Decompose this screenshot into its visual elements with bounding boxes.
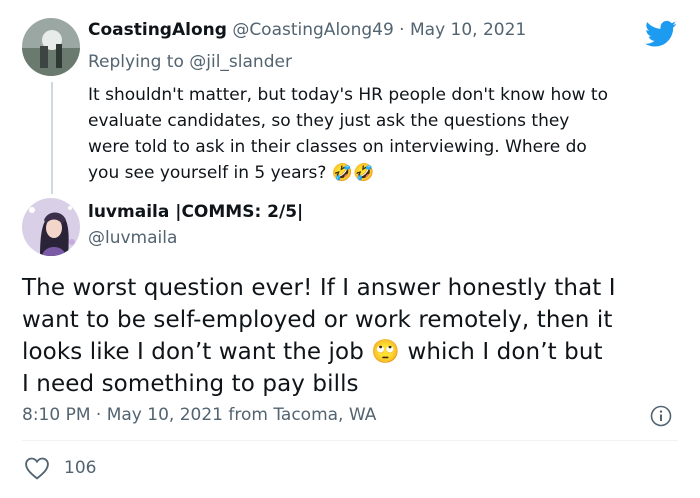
parent-text-line: were told to ask in their classes on int… — [88, 137, 587, 157]
like-count: 106 — [64, 458, 97, 478]
separator: · — [399, 20, 405, 40]
parent-header: CoastingAlong @CoastingAlong49 · May 10,… — [88, 20, 526, 40]
main-handle[interactable]: @luvmaila — [88, 228, 177, 248]
parent-text-line: It shouldn't matter, but today's HR peop… — [88, 85, 609, 105]
parent-avatar[interactable] — [22, 18, 80, 76]
parent-tweet-text: It shouldn't matter, but today's HR peop… — [88, 82, 608, 186]
replying-handle[interactable]: @jil_slander — [189, 52, 292, 72]
tweet-meta[interactable]: 8:10 PM · May 10, 2021 from Tacoma, WA — [22, 405, 376, 425]
like-button[interactable]: 106 — [22, 454, 96, 482]
main-display-name[interactable]: luvmaila |COMMS: 2/5| — [88, 202, 303, 222]
parent-date[interactable]: May 10, 2021 — [410, 20, 526, 40]
heart-icon[interactable] — [22, 456, 52, 480]
parent-text-line: you see yourself in 5 years? 🤣🤣 — [88, 163, 375, 183]
parent-handle[interactable]: @CoastingAlong49 — [232, 20, 393, 40]
main-text-line: looks like I don’t want the job 🙄 which … — [22, 339, 603, 365]
main-text-line: The worst question ever! If I answer hon… — [22, 275, 616, 301]
replying-prefix: Replying to — [88, 52, 184, 72]
main-avatar[interactable] — [22, 198, 80, 256]
reply-thread-line — [51, 82, 53, 194]
parent-display-name[interactable]: CoastingAlong — [88, 20, 227, 40]
main-text-line: want to be self-employed or work remotel… — [22, 307, 613, 333]
twitter-bird-icon[interactable] — [645, 20, 677, 48]
main-text-line: I need something to pay bills — [22, 371, 359, 397]
replying-to: Replying to @jil_slander — [88, 49, 292, 75]
info-icon[interactable] — [650, 405, 672, 427]
divider — [22, 440, 678, 441]
main-tweet-text: The worst question ever! If I answer hon… — [22, 272, 616, 400]
parent-text-line: evaluate candidates, so they just ask th… — [88, 111, 570, 131]
